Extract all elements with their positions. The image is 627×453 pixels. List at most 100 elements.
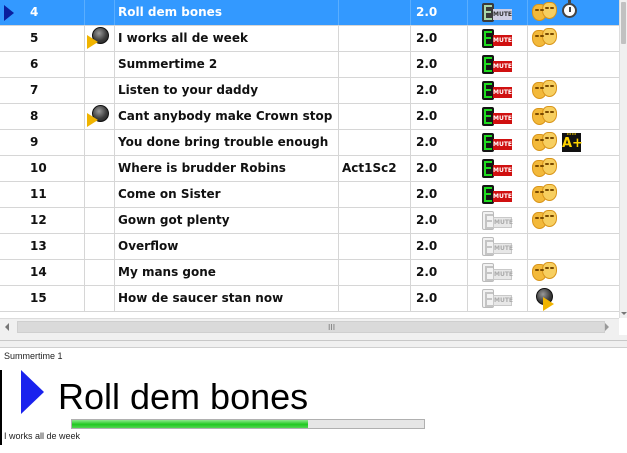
scroll-left-arrow-icon[interactable] (5, 323, 9, 331)
mute-icon-label: MUTE (493, 113, 513, 124)
previous-song-label: Summertime 1 (4, 351, 63, 361)
stopwatch-icon[interactable] (562, 0, 577, 18)
theatre-masks-icon[interactable] (532, 28, 558, 48)
now-playing-arrow-icon (21, 370, 44, 414)
song-title-cell[interactable]: Overflow (115, 234, 339, 259)
theatre-masks-icon[interactable] (532, 106, 558, 126)
mask-eye (540, 9, 544, 11)
speaker-icon-arrow (87, 113, 98, 127)
song-title-cell[interactable]: Summertime 2 (115, 52, 339, 77)
theatre-masks-icon[interactable] (532, 262, 558, 282)
song-number-cell: 12 (0, 208, 85, 233)
mute-icon[interactable]: MUTE (482, 81, 512, 100)
song-title-cell[interactable]: You done bring trouble enough (115, 130, 339, 155)
mute-icon-label: MUTE (493, 9, 513, 20)
theatre-masks-icon[interactable] (532, 132, 558, 152)
mute-icon[interactable]: MUTE (482, 55, 512, 74)
song-row[interactable]: 9 You done bring trouble enough 2.0 MUTE °°°… (0, 130, 619, 156)
song-title-cell[interactable]: How de saucer stan now (115, 286, 339, 311)
song-row[interactable]: 6 Summertime 2 2.0 MUTE (0, 52, 619, 78)
song-number-cell: 14 (0, 260, 85, 285)
a-plus-icon[interactable]: °°°° A+ (562, 133, 583, 152)
theatre-masks-icon[interactable] (532, 184, 558, 204)
scroll-right-arrow-icon[interactable] (605, 323, 609, 331)
mute-icon[interactable]: MUTE (482, 159, 512, 178)
song-mute-cell: MUTE (468, 260, 528, 285)
song-row[interactable]: 13 Overflow 2.0 MUTE (0, 234, 619, 260)
theatre-masks-icon[interactable] (532, 2, 558, 22)
song-title-cell[interactable]: I works all de week (115, 26, 339, 51)
song-title-cell[interactable]: Listen to your daddy (115, 78, 339, 103)
song-title-cell[interactable]: Where is brudder Robins (115, 156, 339, 181)
song-row[interactable]: 15 How de saucer stan now 2.0 MUTE (0, 286, 619, 312)
song-row[interactable]: 11 Come on Sister 2.0 MUTE (0, 182, 619, 208)
scroll-grip: III (328, 323, 336, 332)
panel-splitter[interactable] (0, 335, 627, 347)
next-song-label: I works all de week (4, 431, 81, 441)
horizontal-scroll-thumb[interactable]: III (17, 321, 605, 333)
mute-icon[interactable]: MUTE (482, 29, 512, 48)
song-icon-cell (85, 130, 115, 155)
song-list: 4 Roll dem bones 2.0 MUTE 5 I works all de we… (0, 0, 619, 318)
mask-comedy (542, 28, 557, 45)
mute-icon[interactable]: MUTE (482, 107, 512, 126)
song-icon-cell (85, 208, 115, 233)
mask-eye (545, 7, 549, 9)
vertical-scroll-thumb[interactable] (621, 2, 626, 44)
horizontal-scrollbar[interactable]: III (0, 318, 619, 335)
song-title-cell[interactable]: My mans gone (115, 260, 339, 285)
mute-icon[interactable]: MUTE (482, 289, 513, 308)
mute-icon[interactable]: MUTE (482, 211, 514, 230)
song-title-cell[interactable]: Roll dem bones (115, 0, 339, 25)
song-icon-cell (85, 104, 115, 129)
song-row[interactable]: 7 Listen to your daddy 2.0 MUTE (0, 78, 619, 104)
mute-icon[interactable]: MUTE (482, 185, 512, 204)
song-scene-cell (339, 52, 411, 77)
theatre-masks-icon[interactable] (532, 210, 558, 230)
vertical-scrollbar[interactable] (619, 0, 627, 318)
splitter-line (0, 340, 627, 341)
song-extra-cell (528, 208, 619, 233)
mask-eye (550, 267, 554, 269)
mute-icon-digit-bar (486, 246, 492, 248)
song-number-cell: 15 (0, 286, 85, 311)
speaker-icon[interactable] (87, 105, 109, 127)
speaker-icon[interactable] (87, 27, 109, 49)
mute-icon-digit-bar (485, 141, 491, 143)
mute-icon[interactable]: MUTE (482, 3, 512, 22)
mute-icon-digit-bar (486, 272, 492, 274)
song-row[interactable]: 5 I works all de week 2.0 MUTE (0, 26, 619, 52)
song-row[interactable]: 4 Roll dem bones 2.0 MUTE (0, 0, 619, 26)
mute-icon-digit-bar (486, 298, 492, 300)
mute-icon-label: MUTE (493, 269, 514, 280)
speaker-icon[interactable] (531, 288, 554, 311)
song-mute-cell: MUTE (468, 130, 528, 155)
mute-icon[interactable]: MUTE (482, 133, 512, 152)
mask-eye (545, 267, 549, 269)
mute-icon-label: MUTE (493, 217, 514, 228)
song-extra-cell (528, 234, 619, 259)
song-title-cell[interactable]: Cant anybody make Crown stop (115, 104, 339, 129)
song-scene-cell (339, 208, 411, 233)
mute-icon[interactable]: MUTE (482, 237, 513, 256)
playing-arrow-icon (4, 5, 14, 21)
song-title-cell[interactable]: Come on Sister (115, 182, 339, 207)
song-extra-cell (528, 26, 619, 51)
song-row[interactable]: 8 Cant anybody make Crown stop 2.0 MUTE (0, 104, 619, 130)
song-scene-cell (339, 130, 411, 155)
song-mute-cell: MUTE (468, 26, 528, 51)
mask-eye (540, 139, 544, 141)
scroll-down-arrow-icon[interactable] (621, 312, 627, 315)
song-number-cell: 11 (0, 182, 85, 207)
song-scene-cell (339, 0, 411, 25)
song-scene-cell (339, 78, 411, 103)
song-row[interactable]: 14 My mans gone 2.0 MUTE (0, 260, 619, 286)
mute-icon[interactable]: MUTE (482, 263, 514, 282)
song-row[interactable]: 10 Where is brudder Robins Act1Sc2 2.0 MUTE (0, 156, 619, 182)
a-plus-dots: °°°° (566, 133, 577, 139)
song-row[interactable]: 12 Gown got plenty 2.0 MUTE (0, 208, 619, 234)
theatre-masks-icon[interactable] (532, 80, 558, 100)
theatre-masks-icon[interactable] (532, 158, 558, 178)
song-extra-cell (528, 156, 619, 181)
song-title-cell[interactable]: Gown got plenty (115, 208, 339, 233)
